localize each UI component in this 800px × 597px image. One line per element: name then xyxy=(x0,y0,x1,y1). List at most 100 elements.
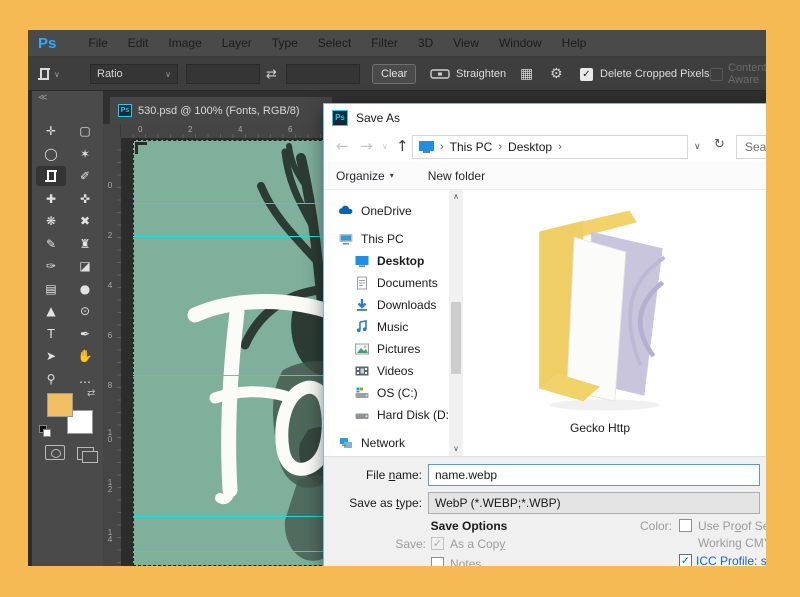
patch-tool[interactable]: ✜ xyxy=(70,189,100,209)
blur-tool[interactable]: ● xyxy=(70,279,100,299)
straighten-button[interactable] xyxy=(430,57,450,91)
crop-settings-button[interactable]: ⚙ xyxy=(550,57,563,91)
organize-button[interactable]: Organize ▾ xyxy=(336,169,394,183)
back-button[interactable]: ← xyxy=(336,137,349,155)
sidebar-item-hard-disk-d[interactable]: Hard Disk (D:) xyxy=(324,404,449,426)
menu-filter[interactable]: Filter xyxy=(361,36,408,50)
sidebar-item-label: Music xyxy=(377,320,408,334)
pencil-tool[interactable]: ✎ xyxy=(36,234,66,254)
refresh-icon[interactable]: ↻ xyxy=(714,137,725,152)
move-tool[interactable]: ✛ xyxy=(36,121,66,141)
clear-button[interactable]: Clear xyxy=(372,64,416,84)
lasso-tool[interactable]: ◯ xyxy=(36,144,66,164)
ruler-mark: 0 xyxy=(103,182,117,189)
collapse-panel-icon[interactable]: ≪ xyxy=(38,92,47,103)
quick-mask-button[interactable] xyxy=(45,445,65,460)
sharpen-tool[interactable]: ▲ xyxy=(36,301,66,321)
sidebar-item-this-pc[interactable]: This PC xyxy=(324,228,449,250)
crop-corner-handle[interactable] xyxy=(135,142,147,154)
more-tools[interactable]: … xyxy=(70,369,100,389)
forward-button[interactable]: → xyxy=(360,137,373,155)
sidebar-scrollbar[interactable]: ∧ ∨ xyxy=(449,190,463,456)
ruler-mark: 6 xyxy=(288,125,292,134)
breadcrumb-segment-desktop[interactable]: Desktop xyxy=(508,140,552,154)
sidebar-item-pictures[interactable]: Pictures xyxy=(324,338,449,360)
foreground-color-swatch[interactable] xyxy=(47,393,73,417)
breadcrumb[interactable]: ›This PC›Desktop› xyxy=(412,135,688,159)
scroll-down-icon[interactable]: ∨ xyxy=(449,442,463,456)
ratio-select[interactable]: Ratio ∨ xyxy=(90,64,178,84)
frame-left xyxy=(0,0,28,597)
eraser-tool[interactable]: ◪ xyxy=(70,256,100,276)
menu-image[interactable]: Image xyxy=(158,36,211,50)
folder-icon xyxy=(520,204,680,416)
sidebar-item-network[interactable]: Network xyxy=(324,432,449,454)
menu-help[interactable]: Help xyxy=(552,36,597,50)
videos-icon xyxy=(354,363,370,379)
menu-type[interactable]: Type xyxy=(262,36,308,50)
menu-3d[interactable]: 3D xyxy=(408,36,443,50)
content-aware-checkbox[interactable] xyxy=(710,57,723,91)
pen-tool[interactable]: ✒ xyxy=(70,324,100,344)
as-a-copy-checkbox[interactable] xyxy=(431,537,444,550)
overlay-options-button[interactable]: ▦ xyxy=(520,57,533,91)
menu-window[interactable]: Window xyxy=(489,36,552,50)
ruler-corner xyxy=(103,124,121,138)
sidebar-item-music[interactable]: Music xyxy=(324,316,449,338)
crop-tool[interactable] xyxy=(36,166,66,186)
dialog-title-bar[interactable]: Ps Save As xyxy=(324,104,776,132)
menu-edit[interactable]: Edit xyxy=(118,36,159,50)
history-chevron-icon[interactable]: ∨ xyxy=(382,142,388,151)
gradient-tool[interactable]: ▤ xyxy=(36,279,66,299)
quick-selection-tool[interactable]: ✶ xyxy=(70,144,100,164)
sidebar-item-desktop[interactable]: Desktop xyxy=(324,250,449,272)
screenshot-stage: Ps FileEditImageLayerTypeSelectFilter3DV… xyxy=(0,0,800,597)
save-as-type-select[interactable]: WebP (*.WEBP;*.WBP) xyxy=(428,492,760,514)
file-name-input[interactable] xyxy=(428,464,760,486)
crop-width-input[interactable] xyxy=(186,64,260,84)
scrollbar-thumb[interactable] xyxy=(451,302,461,374)
spot-healing-tool[interactable]: ✚ xyxy=(36,189,66,209)
history-brush-tool[interactable]: ✑ xyxy=(36,256,66,276)
sidebar-item-documents[interactable]: Documents xyxy=(324,272,449,294)
menu-file[interactable]: File xyxy=(78,36,117,50)
stamp-tool[interactable]: ♜ xyxy=(70,234,100,254)
scroll-up-icon[interactable]: ∧ xyxy=(449,190,463,204)
up-button[interactable]: ↑ xyxy=(396,137,409,155)
breadcrumb-segment-this-pc[interactable]: This PC xyxy=(450,140,493,154)
breadcrumb-chevron-icon[interactable]: ∨ xyxy=(694,142,701,152)
crop-tool-preset-button[interactable]: ∨ xyxy=(38,57,60,91)
ruler-mark: 14 xyxy=(103,529,117,543)
level-icon xyxy=(430,68,450,80)
menu-layer[interactable]: Layer xyxy=(212,36,262,50)
default-colors-icon[interactable] xyxy=(39,425,52,438)
screen-mode-button[interactable] xyxy=(77,447,94,460)
document-tab[interactable]: Ps 530.psd @ 100% (Fonts, RGB/8) xyxy=(110,97,332,124)
swap-colors-icon[interactable]: ⇄ xyxy=(87,388,95,399)
sidebar-item-label: OneDrive xyxy=(361,204,412,218)
eyedropper-tool[interactable]: ✐ xyxy=(70,166,100,186)
swap-dimensions-button[interactable]: ⇄ xyxy=(266,57,277,91)
sidebar-item-downloads[interactable]: Downloads xyxy=(324,294,449,316)
crop-height-input[interactable] xyxy=(286,64,360,84)
marquee-tool[interactable]: ▢ xyxy=(70,121,100,141)
network-icon xyxy=(338,435,354,451)
sidebar-item-os-c[interactable]: OS (C:) xyxy=(324,382,449,404)
folder-item[interactable]: Gecko Http xyxy=(505,204,695,450)
switch-tool[interactable]: ✖ xyxy=(70,211,100,231)
sidebar-item-videos[interactable]: Videos xyxy=(324,360,449,382)
zoom-tool[interactable]: ⚲ xyxy=(36,369,66,389)
hand-tool[interactable]: ✋ xyxy=(70,346,100,366)
path-select-tool[interactable]: ➤ xyxy=(36,346,66,366)
use-proof-setup-checkbox[interactable] xyxy=(679,519,692,532)
dodge-tool[interactable]: ⊙ xyxy=(70,301,100,321)
new-folder-button[interactable]: New folder xyxy=(428,169,485,183)
healing-tool[interactable]: ❋ xyxy=(36,211,66,231)
delete-cropped-pixels-checkbox[interactable]: ✓ xyxy=(580,57,593,91)
sidebar-item-onedrive[interactable]: OneDrive xyxy=(324,200,449,222)
type-tool[interactable]: T xyxy=(36,324,66,344)
menu-select[interactable]: Select xyxy=(308,36,361,50)
ruler-mark: 4 xyxy=(238,125,242,134)
menu-view[interactable]: View xyxy=(443,36,489,50)
places-sidebar: OneDrive This PCDesktopDocumentsDownloads… xyxy=(324,190,449,456)
